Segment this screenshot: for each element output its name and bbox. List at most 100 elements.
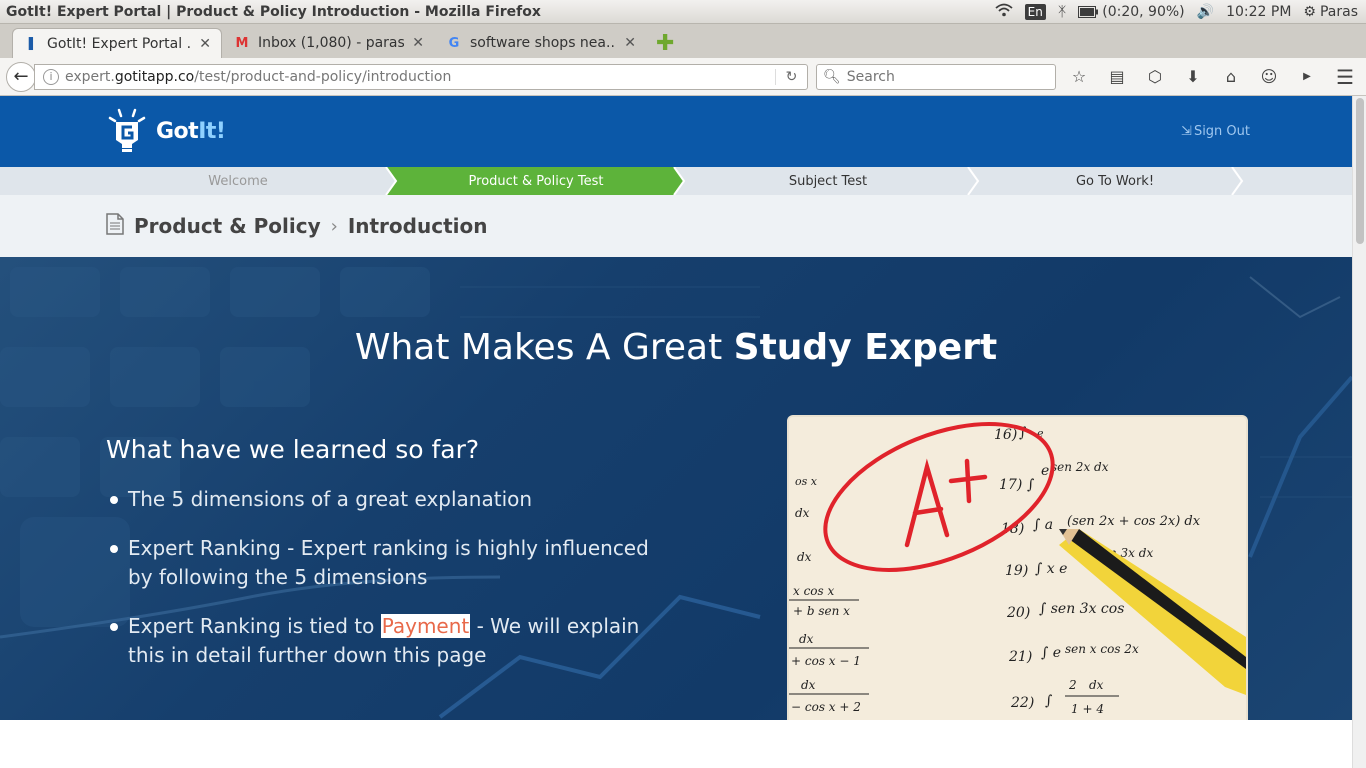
svg-text:17): 17) (999, 477, 1022, 493)
svg-text:(sen 2x + cos 2x) dx: (sen 2x + cos 2x) dx (1067, 514, 1201, 529)
list-item: Expert Ranking is tied to Payment - We w… (110, 612, 670, 670)
gotit-logo[interactable]: GotIt! (106, 108, 226, 154)
svg-text:dx: dx (799, 632, 814, 646)
svg-text:20): 20) (1006, 605, 1030, 621)
hero-title: What Makes A Great Study Expert (354, 327, 998, 368)
back-button[interactable]: ← (6, 61, 36, 92)
gmail-favicon-icon: M (235, 35, 249, 51)
sign-out-link[interactable]: ⇲ Sign Out (1181, 124, 1250, 139)
user-menu[interactable]: ⚙ Paras (1303, 4, 1358, 20)
svg-text:+ cos x − 1: + cos x − 1 (791, 654, 861, 668)
svg-text:2: 2 (1068, 678, 1077, 692)
web-page: GotIt! ⇲ Sign Out Welcome Product & Poli… (0, 96, 1352, 768)
close-icon[interactable]: ✕ (199, 36, 211, 52)
tab-google[interactable]: G software shops nea... ✕ (436, 28, 646, 58)
bluetooth-icon[interactable]: ᛡ (1058, 4, 1066, 20)
wifi-icon[interactable] (995, 3, 1013, 21)
bookmark-star-icon[interactable]: ☆ (1068, 67, 1090, 86)
os-top-bar: GotIt! Expert Portal | Product & Policy … (0, 0, 1366, 24)
breadcrumb-section[interactable]: Product & Policy (134, 214, 321, 238)
svg-text:dx: dx (801, 678, 816, 692)
exam-a-plus-image: 16) ∫ e 17) ∫ e sen 2x dx 18) ∫ a (sen 2x + cos… (789, 417, 1246, 720)
navigation-toolbar: ← i expert.gotitapp.co/test/product-and-… (0, 58, 1366, 96)
reading-list-icon[interactable]: ▤ (1106, 67, 1128, 86)
svg-text:22): 22) (1010, 695, 1034, 711)
progress-steps: Welcome Product & Policy Test Subject Te… (0, 167, 1352, 195)
toolbar-icons: ☆ ▤ ⬡ ⬇ ⌂ ☺ ▶ (1068, 67, 1318, 86)
svg-text:∫ a: ∫ a (1033, 517, 1053, 533)
svg-text:dx: dx (1089, 678, 1104, 692)
svg-text:dx: dx (795, 506, 810, 520)
svg-text:+ b sen x: + b sen x (793, 604, 850, 618)
home-icon[interactable]: ⌂ (1220, 67, 1242, 86)
window-title: GotIt! Expert Portal | Product & Policy … (6, 3, 541, 20)
pocket-icon[interactable]: ⬡ (1144, 67, 1166, 86)
chevron-right-icon: › (330, 215, 338, 237)
svg-text:16): 16) (994, 427, 1017, 443)
system-tray: En ᛡ (0:20, 90%) 🔊 10:22 PM ⚙ Paras (995, 3, 1366, 21)
gear-icon: ⚙ (1303, 3, 1316, 20)
site-header: GotIt! ⇲ Sign Out (0, 96, 1352, 167)
url-bar[interactable]: i expert.gotitapp.co/test/product-and-po… (34, 63, 808, 90)
breadcrumb: Product & Policy › Introduction (0, 195, 1352, 257)
tab-label: GotIt! Expert Portal ... (47, 35, 192, 52)
search-input[interactable] (846, 68, 1047, 85)
breadcrumb-page: Introduction (347, 214, 488, 238)
scrollbar-thumb[interactable] (1356, 98, 1364, 244)
step-subject-test: Subject Test (788, 173, 868, 189)
google-favicon-icon: G (448, 35, 460, 51)
svg-text:∫: ∫ (1027, 477, 1034, 493)
clock[interactable]: 10:22 PM (1226, 4, 1291, 20)
document-icon (106, 212, 124, 240)
hero-section: What Makes A Great Study Expert What hav… (0, 257, 1352, 720)
svg-text:sen x cos 2x: sen x cos 2x (1065, 642, 1139, 656)
tab-gotit[interactable]: ❚ GotIt! Expert Portal ... ✕ (12, 28, 222, 58)
list-item: The 5 dimensions of a great explanation (110, 485, 670, 514)
logo-text: GotIt! (156, 118, 226, 144)
close-icon[interactable]: ✕ (412, 35, 424, 51)
svg-text:− cos x + 2: − cos x + 2 (791, 700, 861, 714)
gotit-favicon-icon: ❚ (25, 36, 37, 51)
tab-strip: ❚ GotIt! Expert Portal ... ✕ M Inbox (1,… (0, 24, 1366, 58)
payment-link[interactable]: Payment (380, 614, 471, 638)
battery-text: (0:20, 90%) (1102, 3, 1185, 20)
tab-gmail[interactable]: M Inbox (1,080) - paras... ✕ (224, 28, 434, 58)
search-icon: 🔍︎ (823, 68, 841, 85)
battery-icon (1078, 5, 1099, 18)
emoji-icon[interactable]: ☺ (1258, 67, 1280, 86)
reload-icon[interactable]: ↻ (775, 68, 807, 85)
sign-out-label: Sign Out (1193, 124, 1250, 139)
svg-text:dx: dx (797, 550, 812, 564)
new-tab-plus-icon[interactable]: ✚ (648, 31, 682, 58)
hamburger-menu-icon[interactable]: ☰ (1336, 65, 1362, 89)
page-scrollbar[interactable] (1352, 96, 1366, 768)
step-product-policy: Product & Policy Test (468, 173, 604, 189)
tab-label: software shops nea... (470, 35, 617, 51)
svg-text:x cos x: x cos x (793, 584, 835, 598)
sign-out-icon: ⇲ (1181, 124, 1192, 139)
svg-text:∫ e: ∫ e (1041, 645, 1061, 661)
volume-icon[interactable]: 🔊 (1197, 4, 1214, 20)
svg-text:∫ x e: ∫ x e (1035, 561, 1067, 577)
arrow-left-icon: ← (13, 66, 29, 87)
battery-indicator[interactable]: (0:20, 90%) (1078, 3, 1185, 20)
svg-text:21): 21) (1008, 649, 1032, 665)
step-welcome: Welcome (208, 173, 268, 189)
svg-text:sen 2x dx: sen 2x dx (1051, 460, 1109, 474)
svg-text:18): 18) (1001, 521, 1024, 537)
info-icon[interactable]: i (43, 68, 59, 85)
learned-list: The 5 dimensions of a great explanation … (110, 485, 670, 690)
svg-text:os x: os x (795, 475, 818, 488)
learned-heading: What have we learned so far? (106, 435, 480, 464)
list-item: Expert Ranking - Expert ranking is highl… (110, 534, 670, 592)
svg-text:19): 19) (1005, 563, 1028, 579)
svg-text:∫: ∫ (1045, 693, 1052, 709)
svg-text:1 + 4: 1 + 4 (1071, 702, 1104, 716)
keyboard-layout-indicator[interactable]: En (1024, 3, 1046, 20)
download-icon[interactable]: ⬇ (1182, 67, 1204, 86)
user-name: Paras (1319, 3, 1358, 20)
close-icon[interactable]: ✕ (624, 35, 636, 51)
youtube-icon[interactable]: ▶ (1296, 71, 1318, 82)
search-box[interactable]: 🔍︎ (816, 63, 1056, 90)
url-text[interactable]: expert.gotitapp.co/test/product-and-poli… (65, 69, 775, 85)
